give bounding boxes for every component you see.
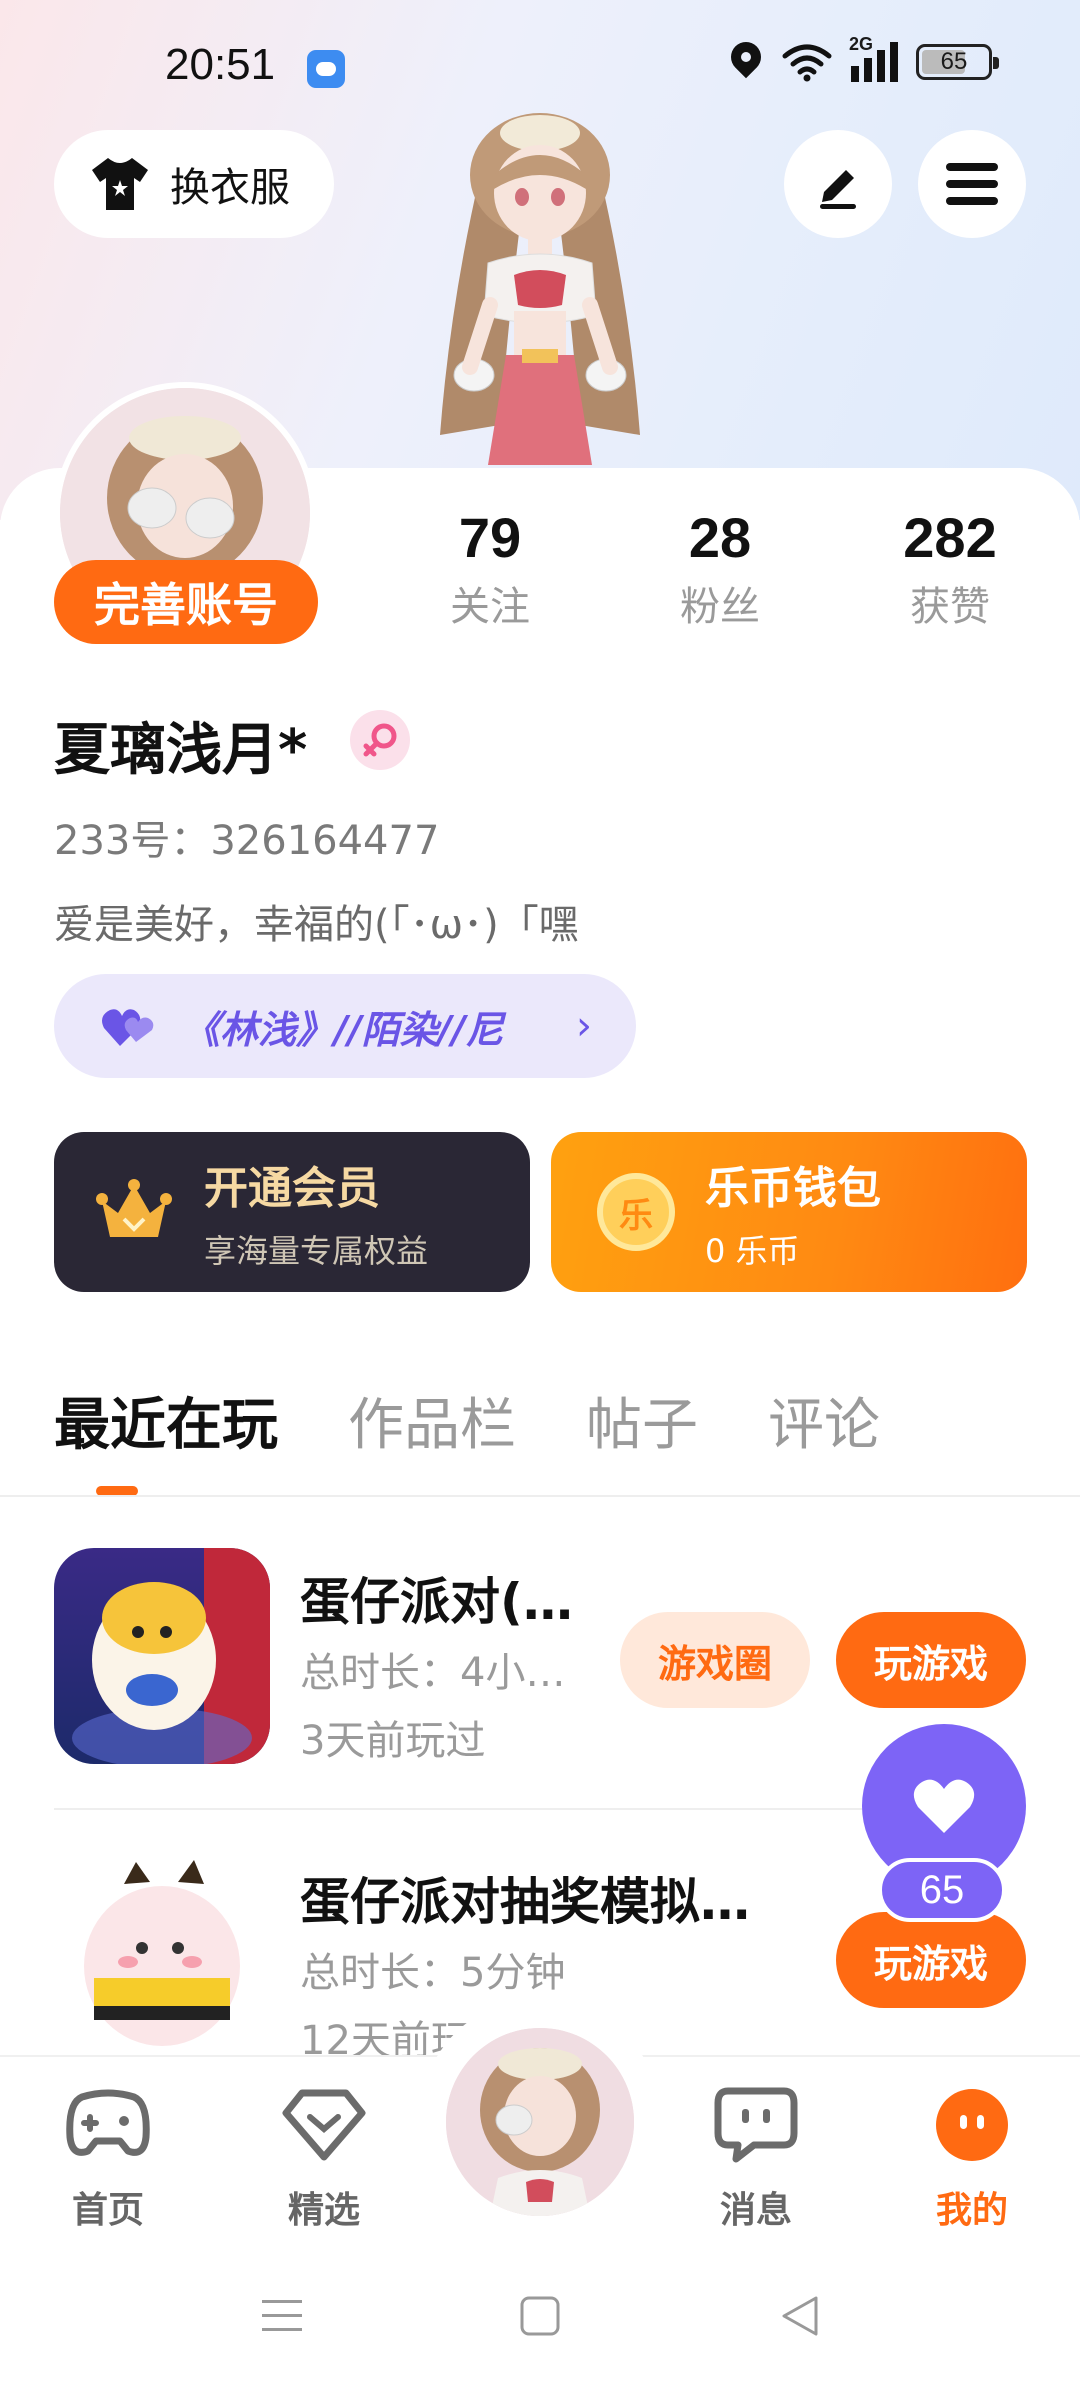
tabs-divider — [0, 1495, 1080, 1497]
likes-count: 282 — [903, 506, 997, 569]
play-game-button[interactable]: 玩游戏 — [836, 1912, 1026, 2008]
like-count-badge: 65 — [878, 1858, 1006, 1922]
heart-icon — [913, 1779, 975, 1833]
eggy-party-game-icon — [54, 1548, 270, 1764]
user-id: 233号：326164477 — [54, 818, 440, 864]
menu-button[interactable] — [918, 130, 1026, 238]
following-stat[interactable]: 79 关注 — [400, 505, 580, 632]
battery-level: 65 — [940, 48, 968, 75]
tab-comments[interactable]: 评论 — [768, 1380, 880, 1461]
coin-icon: 乐 — [597, 1173, 675, 1251]
wallet-title: 乐币钱包 — [705, 1163, 881, 1214]
nav-mine[interactable]: 我的 — [892, 2087, 1052, 2233]
nav-featured-label: 精选 — [287, 2190, 360, 2231]
network-type: 2G — [849, 34, 874, 54]
game-duration: 总时长：5分钟 — [300, 1950, 566, 1996]
nav-featured[interactable]: 精选 — [244, 2087, 404, 2233]
female-gender-icon — [350, 710, 410, 770]
location-icon — [729, 42, 763, 82]
guild-name: 《林浅》//陌染//尼 — [182, 1007, 504, 1052]
gamepad-icon — [66, 2089, 150, 2156]
heart-diamond-icon — [282, 2089, 366, 2161]
change-outfit-button[interactable]: 换衣服 — [54, 130, 334, 238]
nav-mine-label: 我的 — [935, 2190, 1008, 2231]
edit-profile-button[interactable] — [784, 130, 892, 238]
following-label: 关注 — [450, 584, 530, 630]
cellular-signal-icon: 2G — [849, 34, 898, 82]
avatar-3d-character[interactable] — [410, 105, 670, 465]
complete-account-badge[interactable]: 完善账号 — [54, 560, 318, 644]
game-circle-button[interactable]: 游戏圈 — [620, 1612, 810, 1708]
shirt-icon — [92, 158, 148, 210]
game-last-played: 3天前玩过 — [300, 1718, 486, 1764]
game-duration: 总时长：4小… — [300, 1650, 566, 1696]
fans-stat[interactable]: 28 粉丝 — [630, 505, 810, 632]
eggy-lottery-game-icon — [54, 1848, 270, 2064]
weather-app-icon — [307, 50, 345, 88]
nav-messages[interactable]: 消息 — [676, 2087, 836, 2233]
tab-recently-played[interactable]: 最近在玩 — [54, 1380, 278, 1461]
vip-subtitle: 享海量专属权益 — [204, 1232, 429, 1270]
guild-chip[interactable]: 《林浅》//陌染//尼 › — [54, 974, 636, 1078]
wallet-balance: 0 乐币 — [705, 1232, 800, 1270]
tab-posts[interactable]: 帖子 — [586, 1380, 698, 1461]
likes-label: 获赞 — [910, 584, 990, 630]
bio-text: 爱是美好，幸福的(「･ω･)「嘿 — [54, 902, 579, 948]
nav-home[interactable]: 首页 — [28, 2087, 188, 2233]
tab-works[interactable]: 作品栏 — [348, 1380, 516, 1461]
status-time: 20:51 — [165, 40, 276, 89]
change-outfit-label: 换衣服 — [170, 165, 290, 211]
play-game-button[interactable]: 玩游戏 — [836, 1612, 1026, 1708]
chat-icon — [714, 2087, 798, 2163]
hamburger-menu-icon — [946, 163, 998, 205]
nickname: 夏璃浅月* — [54, 718, 308, 783]
fans-count: 28 — [688, 506, 752, 569]
vip-membership-card[interactable]: 开通会员 享海量专属权益 — [54, 1132, 530, 1292]
wifi-icon — [782, 44, 832, 82]
avatar-portrait — [446, 2028, 634, 2216]
pencil-icon — [820, 170, 856, 209]
coin-wallet-card[interactable]: 乐 乐币钱包 0 乐币 — [551, 1132, 1027, 1292]
battery-icon: 65 — [916, 44, 999, 80]
profile-tabs: 最近在玩 作品栏 帖子 评论 — [54, 1380, 880, 1461]
following-count: 79 — [458, 506, 522, 569]
crown-icon — [96, 1179, 172, 1237]
likes-stat[interactable]: 282 获赞 — [860, 505, 1040, 632]
profile-face-icon — [936, 2089, 1008, 2161]
recents-menu-icon[interactable] — [258, 2294, 306, 2338]
chevron-right-icon: › — [576, 1003, 592, 1049]
game-title: 蛋仔派对(… — [300, 1573, 573, 1631]
vip-title: 开通会员 — [204, 1163, 380, 1214]
fans-label: 粉丝 — [680, 584, 760, 630]
system-nav-bar — [0, 2250, 1080, 2400]
nav-messages-label: 消息 — [719, 2190, 792, 2231]
double-heart-icon — [102, 1009, 154, 1046]
nav-home-label: 首页 — [71, 2190, 144, 2231]
back-triangle-icon[interactable] — [776, 2292, 824, 2340]
home-square-icon[interactable] — [518, 2294, 562, 2338]
nav-center-avatar-button[interactable] — [446, 2028, 634, 2216]
game-title: 蛋仔派对抽奖模拟… — [300, 1873, 750, 1931]
